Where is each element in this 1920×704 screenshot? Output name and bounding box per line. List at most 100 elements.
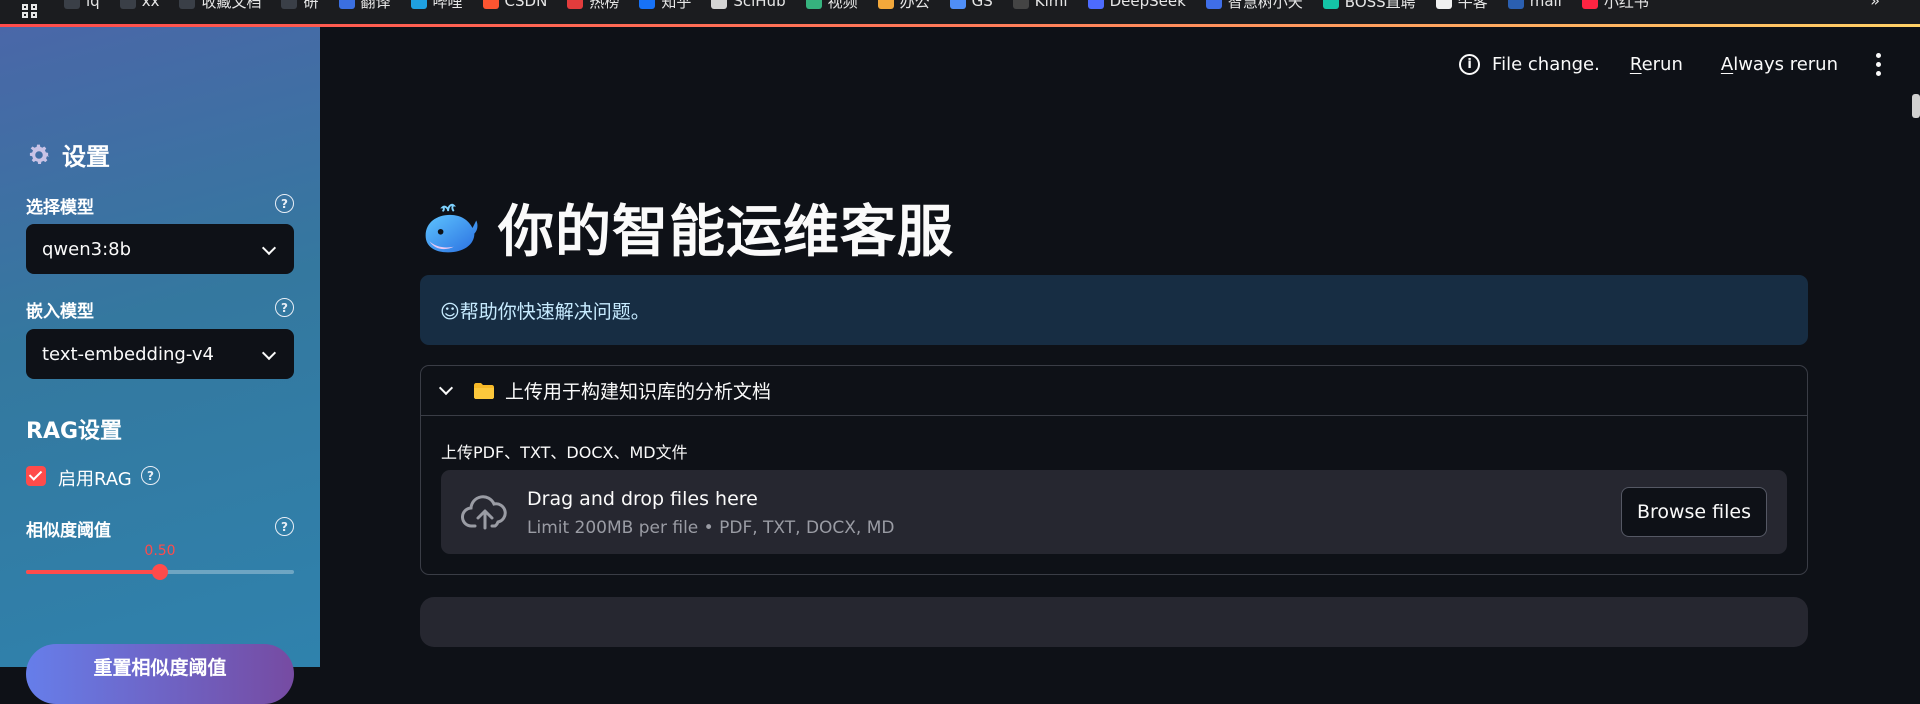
gear-icon bbox=[29, 144, 50, 164]
bookmark-item[interactable]: mail bbox=[1507, 0, 1562, 13]
bookmark-label: 智慧树小天 bbox=[1227, 0, 1303, 11]
embed-help-icon[interactable]: ? bbox=[275, 298, 294, 317]
bookmark-item[interactable]: BOSS直聘 bbox=[1322, 0, 1416, 13]
bookmark-item[interactable]: 办公 bbox=[877, 0, 930, 13]
model-select[interactable]: qwen3:8b bbox=[26, 224, 294, 274]
reset-threshold-button[interactable]: 重置相似度阈值 bbox=[26, 644, 294, 704]
model-select-label: 选择模型 bbox=[26, 198, 94, 218]
chevron-down-icon bbox=[438, 380, 454, 395]
bookmark-label: 收藏文档 bbox=[201, 0, 262, 11]
upload-expander-header[interactable]: 上传用于构建知识库的分析文档 bbox=[421, 366, 1807, 416]
bookmark-item[interactable]: CSDN bbox=[482, 0, 547, 13]
dropzone-limit-text: Limit 200MB per file • PDF, TXT, DOCX, M… bbox=[527, 518, 895, 538]
bookmark-item[interactable]: 小红书 bbox=[1581, 0, 1649, 13]
sidebar-heading-text: 设置 bbox=[62, 143, 110, 171]
dropzone-title: Drag and drop files here bbox=[527, 488, 758, 510]
bookmarks-bar: lq xx 收藏文档 研 翻译 哔哩 CSDN 热榜 知乎 SciHub 视频 办公 GS Kimi Dee… bbox=[0, 0, 1920, 24]
threshold-value: 0.50 bbox=[144, 543, 176, 559]
bookmark-favicon-icon bbox=[1322, 0, 1339, 9]
bookmark-item[interactable]: 知乎 bbox=[639, 0, 691, 13]
upload-expander-title: 上传用于构建知识库的分析文档 bbox=[505, 381, 772, 403]
bookmark-label: Kimi bbox=[1034, 0, 1068, 10]
upload-field-label: 上传PDF、TXT、DOCX、MD文件 bbox=[441, 443, 688, 462]
bookmark-item[interactable]: Kimi bbox=[1012, 0, 1068, 13]
bookmark-favicon-icon bbox=[119, 0, 136, 9]
threshold-slider[interactable] bbox=[26, 564, 294, 580]
bookmark-label: 办公 bbox=[899, 0, 930, 11]
apps-grid-icon[interactable] bbox=[22, 4, 42, 18]
bookmark-item[interactable]: lq bbox=[64, 0, 100, 13]
bookmark-item[interactable]: DeepSeek bbox=[1087, 0, 1186, 13]
rag-help-icon[interactable]: ? bbox=[141, 466, 160, 485]
bookmark-favicon-icon bbox=[338, 0, 355, 9]
chat-input-container[interactable] bbox=[420, 597, 1808, 647]
threshold-help-icon[interactable]: ? bbox=[275, 517, 294, 536]
bookmark-favicon-icon bbox=[567, 0, 584, 9]
model-help-icon[interactable]: ? bbox=[275, 194, 294, 213]
rerun-button[interactable]: Rerun bbox=[1630, 54, 1683, 75]
bookmark-label: DeepSeek bbox=[1109, 0, 1186, 10]
folder-icon bbox=[474, 382, 494, 399]
threshold-slider-fill bbox=[26, 570, 160, 574]
file-change-status: File change. bbox=[1492, 53, 1600, 75]
bookmark-favicon-icon bbox=[639, 0, 656, 9]
browse-files-button[interactable]: Browse files bbox=[1620, 487, 1767, 537]
bookmark-item[interactable]: 智慧树小天 bbox=[1205, 0, 1303, 13]
bookmark-item[interactable]: 收藏文档 bbox=[179, 0, 261, 13]
rag-enabled-label: 启用RAG bbox=[58, 469, 132, 490]
bookmark-label: 热榜 bbox=[589, 0, 620, 11]
bookmark-favicon-icon bbox=[1507, 0, 1524, 9]
bookmark-item[interactable]: 研 bbox=[281, 0, 319, 13]
bookmark-favicon-icon bbox=[179, 0, 196, 9]
cloud-upload-icon bbox=[461, 495, 507, 530]
embed-select-label: 嵌入模型 bbox=[26, 302, 94, 322]
bookmark-label: lq bbox=[86, 0, 100, 10]
bookmark-label: 研 bbox=[303, 0, 319, 11]
bookmark-favicon-icon bbox=[1087, 0, 1104, 9]
page-title-row: 你的智能运维客服 bbox=[420, 187, 954, 268]
bookmark-item[interactable]: 热榜 bbox=[567, 0, 619, 13]
always-rerun-accel: A bbox=[1720, 53, 1734, 75]
rag-enabled-checkbox[interactable] bbox=[26, 466, 46, 486]
bookmark-item[interactable]: xx bbox=[119, 0, 159, 13]
file-dropzone[interactable]: Drag and drop files here Limit 200MB per… bbox=[441, 470, 1787, 554]
bookmark-favicon-icon bbox=[1012, 0, 1029, 9]
bookmark-item[interactable]: 视频 bbox=[805, 0, 858, 13]
model-select-value: qwen3:8b bbox=[42, 238, 132, 260]
bookmark-label: SciHub bbox=[733, 0, 786, 10]
info-icon: i bbox=[1459, 53, 1481, 75]
bookmark-favicon-icon bbox=[64, 0, 80, 9]
more-options-icon[interactable] bbox=[1876, 52, 1882, 76]
embed-select[interactable]: text-embedding-v4 bbox=[26, 329, 294, 379]
bookmark-favicon-icon bbox=[410, 0, 427, 9]
bookmark-item[interactable]: 牛客 bbox=[1435, 0, 1488, 13]
bookmark-item[interactable]: 翻译 bbox=[338, 0, 391, 13]
bookmark-label: 翻译 bbox=[360, 0, 391, 11]
bookmark-label: 小红书 bbox=[1603, 0, 1649, 11]
bookmarks-overflow-icon[interactable]: » bbox=[1870, 0, 1880, 10]
scrollbar-thumb[interactable] bbox=[1912, 94, 1920, 118]
info-alert-text: ☺帮助你快速解决问题。 bbox=[440, 300, 650, 323]
threshold-slider-thumb[interactable] bbox=[152, 564, 168, 580]
rerun-accel: R bbox=[1629, 53, 1642, 75]
whale-icon bbox=[425, 203, 478, 252]
always-rerun-button[interactable]: Always rerun bbox=[1721, 54, 1838, 75]
bookmark-item[interactable]: GS bbox=[949, 0, 993, 13]
bookmark-label: 牛客 bbox=[1457, 0, 1488, 11]
bookmark-label: 知乎 bbox=[661, 0, 692, 11]
sidebar-heading: 设置 bbox=[26, 137, 110, 172]
bookmark-label: BOSS直聘 bbox=[1344, 0, 1416, 11]
bookmark-favicon-icon bbox=[1435, 0, 1452, 9]
bookmark-favicon-icon bbox=[281, 0, 298, 9]
bookmark-favicon-icon bbox=[711, 0, 728, 9]
rag-settings-heading: RAG设置 bbox=[26, 419, 123, 444]
bookmark-label: GS bbox=[971, 0, 993, 10]
main-content: i File change. Rerun Always rerun 你的智能运维… bbox=[320, 27, 1920, 667]
chevron-down-icon bbox=[261, 240, 277, 256]
bookmark-item[interactable]: SciHub bbox=[711, 0, 786, 13]
embed-select-value: text-embedding-v4 bbox=[42, 343, 214, 365]
bookmark-favicon-icon bbox=[877, 0, 894, 9]
bookmark-label: 视频 bbox=[827, 0, 858, 11]
threshold-label: 相似度阈值 bbox=[26, 521, 111, 541]
bookmark-item[interactable]: 哔哩 bbox=[410, 0, 463, 13]
